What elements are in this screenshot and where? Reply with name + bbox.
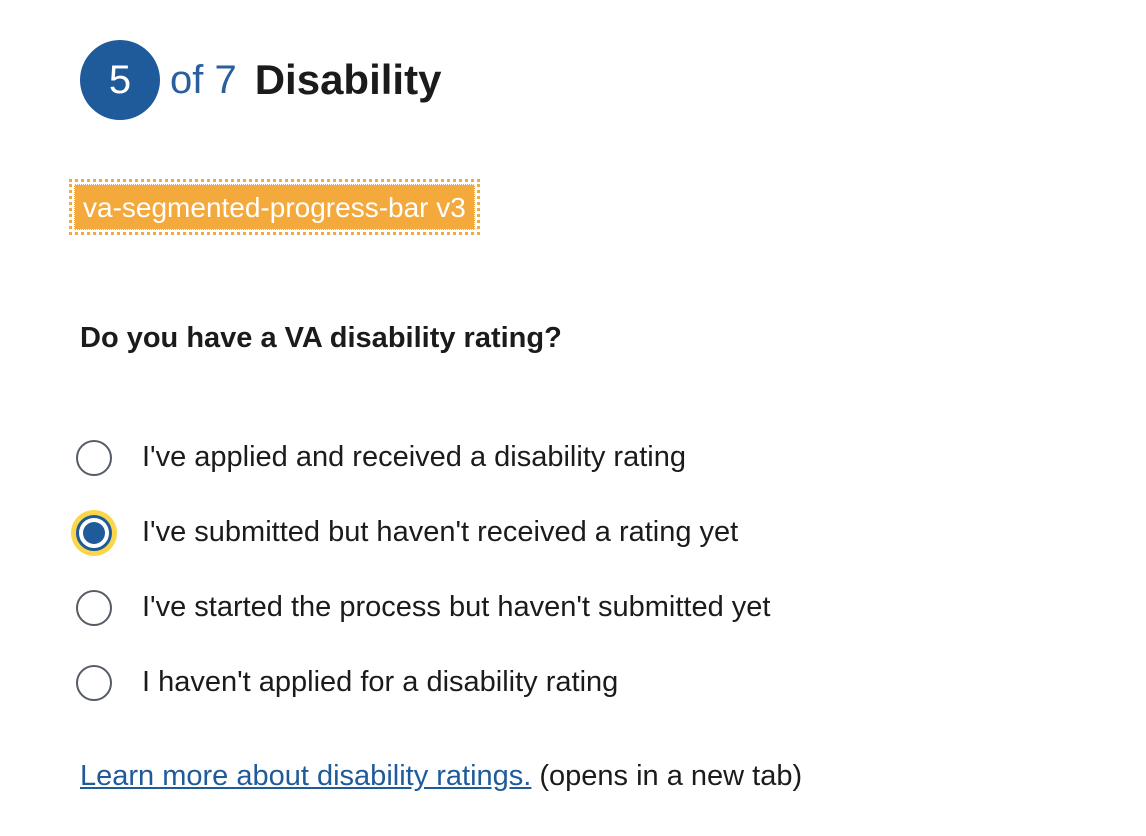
radio-option-label[interactable]: I've started the process but haven't sub…: [142, 591, 770, 624]
step-header: 5 of 7 Disability: [80, 40, 441, 120]
radio-option-label[interactable]: I've submitted but haven't received a ra…: [142, 516, 738, 549]
step-of-total: of 7: [170, 57, 237, 102]
step-number-circle: 5: [80, 40, 160, 120]
question-label: Do you have a VA disability rating?: [80, 322, 562, 354]
learn-more-line: Learn more about disability ratings. (ope…: [80, 760, 802, 793]
radio-option-label[interactable]: I haven't applied for a disability ratin…: [142, 666, 618, 699]
radio-option-received[interactable]: I've applied and received a disability r…: [76, 420, 770, 495]
radio-option-submitted[interactable]: I've submitted but haven't received a ra…: [76, 495, 770, 570]
radio-group: I've applied and received a disability r…: [76, 420, 770, 720]
component-name-badge: va-segmented-progress-bar v3: [69, 179, 480, 235]
radio-button-selected[interactable]: [76, 514, 112, 551]
step-title: Disability: [254, 56, 442, 103]
learn-more-link[interactable]: Learn more about disability ratings.: [80, 760, 531, 792]
radio-button[interactable]: [76, 664, 112, 701]
radio-option-started[interactable]: I've started the process but haven't sub…: [76, 570, 770, 645]
radio-option-not-applied[interactable]: I haven't applied for a disability ratin…: [76, 645, 770, 720]
radio-button[interactable]: [76, 439, 112, 476]
new-tab-note: (opens in a new tab): [539, 760, 803, 792]
radio-button[interactable]: [76, 589, 112, 626]
radio-option-label[interactable]: I've applied and received a disability r…: [142, 441, 686, 474]
